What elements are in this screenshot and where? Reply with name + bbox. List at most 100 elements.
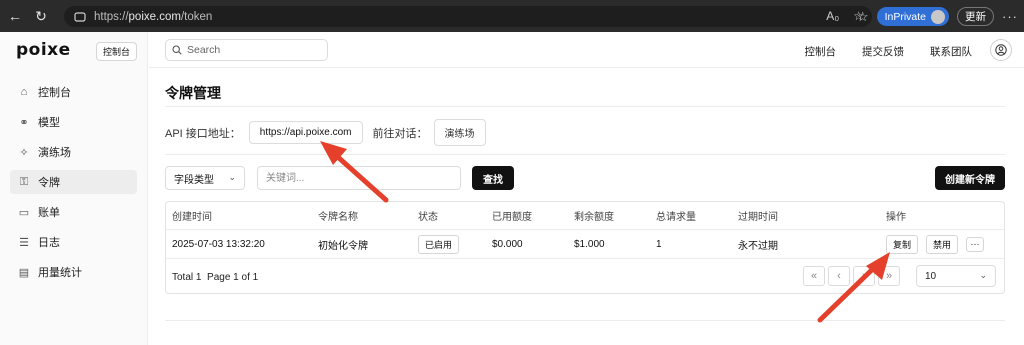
keyword-input[interactable] xyxy=(257,166,461,190)
address-bar[interactable]: https://poixe.com/token A₀ ☆ xyxy=(64,6,872,27)
url-scheme: https:// xyxy=(94,10,129,23)
user-icon xyxy=(995,44,1007,56)
more-actions-button[interactable]: ··· xyxy=(966,236,985,252)
search-icon xyxy=(172,45,182,55)
cell-status: 已启用 xyxy=(418,230,460,258)
sidebar-item-label: 令牌 xyxy=(38,177,60,189)
sidebar-item-label: 日志 xyxy=(38,237,60,249)
chevron-down-icon: ⌄ xyxy=(228,172,236,182)
url-path: /token xyxy=(180,10,213,23)
copy-button[interactable]: 复制 xyxy=(886,234,919,254)
key-icon: ⚿ xyxy=(19,175,29,188)
sidebar-item-usage[interactable]: ▤ 用量统计 xyxy=(10,260,137,284)
col-used: 已用额度 xyxy=(492,212,532,223)
home-icon: ⌂ xyxy=(20,86,28,98)
sidebar-item-label: 模型 xyxy=(38,117,60,129)
sidebar-item-models[interactable]: ⚭ 模型 xyxy=(10,110,137,134)
inprivate-label: InPrivate xyxy=(884,10,926,23)
search-placeholder: Search xyxy=(187,44,221,56)
sidebar-item-billing[interactable]: ▭ 账单 xyxy=(10,200,137,224)
chevron-down-icon: ⌄ xyxy=(979,270,987,280)
status-badge: 已启用 xyxy=(418,234,460,254)
tab-page-icon xyxy=(74,11,86,22)
table-row: 2025-07-03 13:32:20 初始化令牌 已启用 $0.000 $1.… xyxy=(166,230,1004,259)
cell-actions: 复制 禁用 ··· xyxy=(886,230,985,258)
search-input[interactable]: Search xyxy=(165,39,328,61)
cell-created: 2025-07-03 13:32:20 xyxy=(172,238,265,250)
pagination-info: Total 1 Page 1 of 1 xyxy=(172,260,258,294)
page-size-select[interactable]: 10 ⌄ xyxy=(916,265,996,287)
sidebar-item-label: 演练场 xyxy=(38,147,71,159)
sidebar-item-label: 账单 xyxy=(38,207,60,219)
page-size-value: 10 xyxy=(925,270,937,282)
chart-icon: ▤ xyxy=(18,266,30,279)
find-button[interactable]: 查找 xyxy=(472,166,514,190)
sidebar-item-label: 用量统计 xyxy=(38,267,82,279)
col-name: 令牌名称 xyxy=(318,212,358,223)
main-content: 令牌管理 API 接口地址： https://api.poixe.com 前往对… xyxy=(149,68,1024,345)
update-button[interactable]: 更新 xyxy=(957,7,994,26)
browser-menu-icon[interactable]: ··· xyxy=(1002,9,1018,24)
col-expires: 过期时间 xyxy=(738,212,778,223)
app-header: Search 控制台 提交反馈 联系团队 xyxy=(149,32,1024,68)
api-address-label: API 接口地址： xyxy=(165,127,241,140)
first-page-icon[interactable]: « xyxy=(803,266,825,286)
card-icon: ▭ xyxy=(18,206,30,219)
console-badge[interactable]: 控制台 xyxy=(95,42,137,61)
col-remaining: 剩余额度 xyxy=(574,212,614,223)
reload-icon[interactable]: ↻ xyxy=(30,5,52,27)
next-page-icon[interactable]: › xyxy=(853,266,875,286)
favorites-icon[interactable]: ☆ xyxy=(857,9,869,25)
inprivate-badge[interactable]: InPrivate xyxy=(876,7,949,26)
last-page-icon[interactable]: » xyxy=(878,266,900,286)
table-header: 创建时间 令牌名称 状态 已用额度 剩余额度 总请求量 过期时间 操作 xyxy=(166,202,1004,230)
topnav-feedback-link[interactable]: 提交反馈 xyxy=(862,44,904,59)
playground-button[interactable]: 演练场 xyxy=(433,119,486,146)
list-icon: ☰ xyxy=(19,236,29,249)
col-actions: 操作 xyxy=(886,212,906,223)
col-created: 创建时间 xyxy=(172,212,212,223)
tokens-table: 创建时间 令牌名称 状态 已用额度 剩余额度 总请求量 过期时间 操作 2025… xyxy=(165,201,1005,294)
api-url-box[interactable]: https://api.poixe.com xyxy=(248,121,363,144)
filter-bar: 字段类型 ⌄ 查找 创建新令牌 xyxy=(165,166,1005,190)
col-status: 状态 xyxy=(418,212,438,223)
prev-page-icon[interactable]: ‹ xyxy=(828,266,850,286)
user-menu-button[interactable] xyxy=(990,39,1012,61)
profile-avatar xyxy=(931,9,945,24)
sidebar-menu: ⌂ 控制台 ⚭ 模型 ✧ 演练场 ⚿ 令牌 ▭ 账单 ☰ 日志 ▤ 用量统计 xyxy=(0,80,147,284)
col-requests: 总请求量 xyxy=(656,212,696,223)
cell-name: 初始化令牌 xyxy=(318,240,368,252)
cell-expires: 永不过期 xyxy=(738,240,778,252)
goto-chat-label: 前往对话： xyxy=(372,127,428,140)
api-row: API 接口地址： https://api.poixe.com 前往对话： 演练… xyxy=(165,119,486,146)
disable-button[interactable]: 禁用 xyxy=(926,234,959,254)
field-type-value: 字段类型 xyxy=(174,174,214,186)
total-count: Total 1 xyxy=(172,271,202,283)
back-icon[interactable]: ← xyxy=(4,5,26,27)
divider xyxy=(165,106,1005,107)
browser-toolbar: ← ↻ https://poixe.com/token A₀ ☆ ☆ InPri… xyxy=(0,0,1024,32)
read-aloud-icon[interactable]: A₀ xyxy=(826,9,839,23)
url-host: poixe.com xyxy=(128,10,181,23)
sidebar: poixe 控制台 ⌂ 控制台 ⚭ 模型 ✧ 演练场 ⚿ 令牌 ▭ 账单 ☰ 日… xyxy=(0,32,148,345)
create-token-button[interactable]: 创建新令牌 xyxy=(935,166,1005,190)
page-indicator: Page 1 of 1 xyxy=(207,271,259,283)
pagination: « ‹ › » xyxy=(803,266,900,286)
topnav-contact-link[interactable]: 联系团队 xyxy=(930,44,972,59)
sidebar-item-tokens[interactable]: ⚿ 令牌 xyxy=(10,170,137,194)
page-title: 令牌管理 xyxy=(165,85,221,101)
cell-used: $0.000 xyxy=(492,238,523,250)
app-logo[interactable]: poixe xyxy=(16,40,71,60)
models-icon: ⚭ xyxy=(19,116,29,129)
divider xyxy=(165,154,1005,155)
cell-requests: 1 xyxy=(656,238,662,250)
sidebar-item-label: 控制台 xyxy=(38,87,71,99)
topnav-console-link[interactable]: 控制台 xyxy=(805,44,837,59)
cell-remaining: $1.000 xyxy=(574,238,605,250)
sidebar-item-console[interactable]: ⌂ 控制台 xyxy=(10,80,137,104)
sidebar-item-logs[interactable]: ☰ 日志 xyxy=(10,230,137,254)
sidebar-item-playground[interactable]: ✧ 演练场 xyxy=(10,140,137,164)
table-footer: Total 1 Page 1 of 1 « ‹ › » 10 ⌄ xyxy=(166,260,1004,294)
field-type-select[interactable]: 字段类型 ⌄ xyxy=(165,166,245,190)
sparkle-icon: ✧ xyxy=(19,146,29,159)
